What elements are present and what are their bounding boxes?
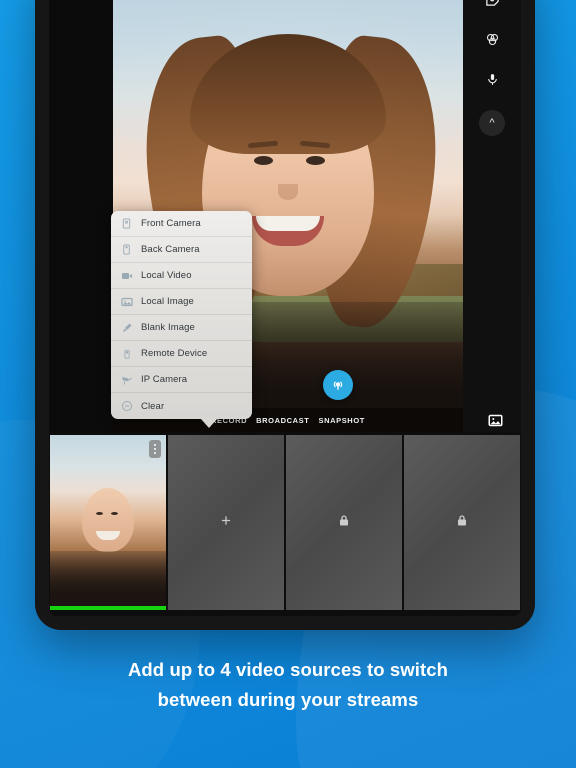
remote-device-icon (120, 347, 133, 360)
video-source-slot-4[interactable] (404, 435, 520, 610)
front-camera-icon (120, 217, 133, 230)
menu-item-local-image[interactable]: Local Image (111, 289, 252, 315)
collapse-rail-button[interactable]: ^ (479, 110, 505, 136)
video-source-strip (49, 432, 521, 616)
broadcast-button[interactable] (323, 370, 353, 400)
plus-icon (219, 513, 233, 532)
gallery-button[interactable] (483, 408, 507, 432)
broadcast-label[interactable]: BROADCAST (256, 416, 309, 425)
caption-line-2: between during your streams (157, 688, 419, 710)
video-source-slot-3[interactable] (286, 435, 402, 610)
menu-item-back-camera[interactable]: Back Camera (111, 237, 252, 263)
menu-item-label: Blank Image (141, 322, 195, 333)
back-camera-icon (120, 243, 133, 256)
menu-item-label: Clear (141, 400, 165, 412)
local-image-icon (120, 295, 133, 308)
clear-icon (120, 400, 133, 413)
video-source-menu: Front Camera Back Camera Local Video Loc… (111, 211, 252, 419)
menu-item-local-video[interactable]: Local Video (111, 263, 252, 289)
video-source-slot-2[interactable] (168, 435, 284, 610)
ip-camera-icon (120, 373, 133, 386)
menu-item-ip-camera[interactable]: IP Camera (111, 367, 252, 393)
menu-item-front-camera[interactable]: Front Camera (111, 211, 252, 237)
video-source-slot-1[interactable] (50, 435, 166, 610)
device-screen: ^ RECORD BROADCAST SNAPSHOT Front Camera… (49, 0, 521, 616)
chevron-up-icon: ^ (489, 117, 495, 129)
menu-item-blank-image[interactable]: Blank Image (111, 315, 252, 341)
tablet-device-frame: ^ RECORD BROADCAST SNAPSHOT Front Camera… (35, 0, 535, 630)
slot-options-button[interactable] (149, 440, 161, 458)
menu-pointer-arrow (201, 419, 217, 428)
menu-item-clear[interactable]: Clear (111, 393, 252, 419)
active-source-indicator (50, 606, 166, 610)
local-video-icon (120, 269, 133, 282)
subject-eye-right (306, 156, 325, 165)
menu-item-label: Back Camera (141, 244, 200, 255)
caption-line-1: Add up to 4 video sources to switch (127, 659, 449, 680)
menu-item-label: Remote Device (141, 348, 208, 359)
menu-item-label: Front Camera (141, 218, 201, 229)
menu-item-label: IP Camera (141, 374, 188, 385)
menu-item-remote-device[interactable]: Remote Device (111, 341, 252, 367)
subject-eye-left (254, 156, 273, 165)
microphone-icon[interactable] (479, 66, 505, 92)
lock-icon (456, 513, 468, 532)
promo-caption: Add up to 4 video sources to switch betw… (0, 655, 576, 715)
stickers-icon[interactable] (479, 0, 505, 12)
lock-icon (338, 513, 350, 532)
filters-icon[interactable] (479, 26, 505, 52)
menu-item-label: Local Video (141, 270, 192, 281)
snapshot-button[interactable]: SNAPSHOT (318, 416, 364, 425)
menu-item-label: Local Image (141, 296, 194, 307)
blank-image-icon (120, 321, 133, 334)
tool-rail: ^ (463, 0, 521, 432)
subject-nose (278, 184, 298, 200)
slot-thumbnail (50, 435, 166, 610)
